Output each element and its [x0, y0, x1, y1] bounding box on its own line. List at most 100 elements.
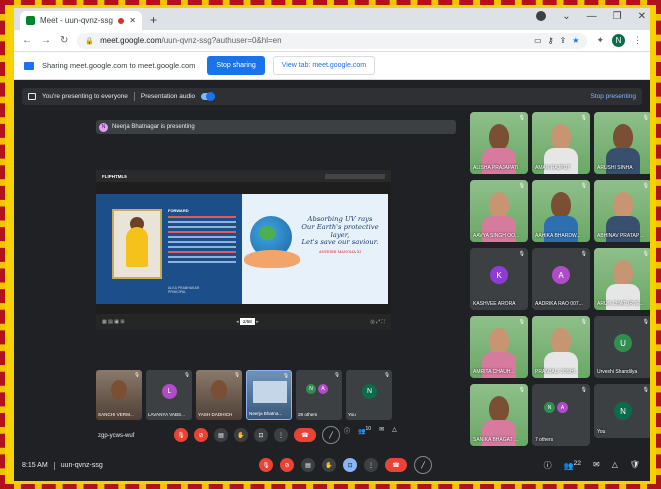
minimize-icon[interactable]: — — [587, 11, 597, 22]
participant-video-face — [489, 124, 509, 150]
text-line — [168, 241, 236, 243]
inner-activities-icon[interactable]: △ — [392, 426, 397, 435]
present-now-icon[interactable]: ⊡ — [343, 458, 357, 472]
participant-tile[interactable]: 🎙 PRANJALI JOSHI ... — [532, 316, 590, 378]
chevron-down-icon[interactable]: ⌄ — [562, 11, 570, 22]
inner-activity-icon[interactable]: ╱ — [322, 426, 340, 444]
participant-tile[interactable]: 🎙 ALISHA PRAJAPATI — [470, 112, 528, 174]
participant-tile[interactable]: 🎙 ABHINAV PRATAP ... — [594, 180, 650, 242]
stop-sharing-button[interactable]: Stop sharing — [207, 56, 265, 75]
presentation-audio-toggle[interactable] — [201, 92, 216, 101]
participant-tile[interactable]: U 🎙 Urveshi Shandilya — [594, 316, 650, 378]
inner-more-icon[interactable]: ⋮ — [274, 428, 288, 442]
page-number[interactable]: 2/58 — [240, 318, 255, 325]
share-icon[interactable]: ⇪ — [560, 36, 567, 45]
inner-chat-icon[interactable]: ✉ — [379, 426, 384, 435]
participant-name: LAVANYA VABS... — [148, 412, 185, 417]
inner-leave-call-icon[interactable]: ☎ — [294, 428, 316, 442]
star-icon[interactable]: ★ — [572, 36, 579, 45]
raise-hand-icon[interactable]: ✋ — [322, 458, 336, 472]
participant-tile[interactable]: 🎙 AMRITA CHAUH... — [470, 316, 528, 378]
tab-meet[interactable]: Meet - uun-qvnz-ssg ✕ — [20, 11, 142, 30]
presentation-audio-label: Presentation audio — [140, 93, 196, 100]
flipbook-tools-icon[interactable]: ▦ ▤ ▣ ⊞ — [102, 319, 125, 325]
participant-tile[interactable]: 🎙 AAHIKA BHARDW... — [532, 180, 590, 242]
inner-people-icon[interactable]: 👥10 — [358, 426, 371, 435]
activity-icon[interactable]: ╱ — [414, 456, 432, 474]
mic-off-icon[interactable]: 🎙 — [259, 458, 273, 472]
profile-icon[interactable] — [536, 11, 547, 21]
close-window-icon[interactable]: ✕ — [638, 11, 646, 22]
participant-tile[interactable]: 🎙 ARUN CHATURVE... — [594, 248, 650, 310]
mic-status-icon: 🎙 — [518, 319, 525, 325]
inner-captions-icon[interactable]: ▤ — [214, 428, 228, 442]
text-line — [168, 246, 236, 248]
participant-tile[interactable]: 🎙 ARUSHI SINHA — [594, 112, 650, 174]
lock-meeting-icon[interactable]: 🛡 — [630, 460, 640, 471]
filmstrip-tile[interactable]: N A 🎙 29 others — [296, 370, 342, 420]
info-icon[interactable]: ⓘ — [544, 460, 552, 471]
participant-tile[interactable]: 🎙 AAVYA SINGH OO... — [470, 180, 528, 242]
camera-icon[interactable]: ▭ — [534, 36, 542, 45]
participant-tile[interactable]: K 🎙 KASHVEE ARORA — [470, 248, 528, 310]
stop-presenting-button[interactable]: Stop presenting — [590, 93, 636, 100]
divider — [133, 92, 135, 101]
participant-tile[interactable]: N A 🎙 7 others — [532, 384, 590, 446]
participant-tile[interactable]: 🎙 AMAN RAJPUT — [532, 112, 590, 174]
activities-icon[interactable]: △ — [612, 460, 618, 471]
inner-info-icon[interactable]: ⓘ — [344, 426, 350, 435]
others-avatar: A — [557, 402, 568, 413]
leave-call-icon[interactable]: ☎ — [385, 458, 407, 472]
participant-video-face — [111, 380, 127, 400]
lock-icon[interactable]: 🔒 — [85, 37, 94, 45]
extensions-icon[interactable]: ✦ — [596, 35, 604, 46]
recording-dot-icon — [118, 17, 125, 24]
camera-off-icon[interactable]: ⊘ — [280, 458, 294, 472]
mic-status-icon: 🎙 — [580, 251, 587, 257]
filmstrip-tile[interactable]: 🎙 SANCHI VERM... — [96, 370, 142, 420]
menu-icon[interactable]: ⋮ — [633, 35, 642, 46]
maximize-icon[interactable]: ❐ — [613, 11, 622, 22]
more-options-icon[interactable]: ⋮ — [364, 458, 378, 472]
people-count: 22 — [573, 460, 581, 467]
flipbook-right-icons[interactable]: ◎ ⤢ ⛶ — [370, 319, 385, 325]
slogan-text: Absorbing UV rays Our Earth's protective… — [294, 215, 386, 255]
new-tab-button[interactable]: + — [150, 13, 157, 27]
inner-camera-off-icon[interactable]: ⊘ — [194, 428, 208, 442]
meeting-code: uun-qvnz-ssg — [60, 462, 103, 469]
forward-icon[interactable]: → — [41, 35, 51, 46]
filmstrip-tile[interactable]: L 🎙 LAVANYA VABS... — [146, 370, 192, 420]
text-line — [168, 231, 236, 233]
profile-avatar[interactable]: N — [612, 34, 625, 47]
presenter-avatar: N — [99, 122, 108, 132]
chat-icon[interactable]: ✉ — [593, 460, 600, 471]
inner-hand-icon[interactable]: ✋ — [234, 428, 248, 442]
reload-icon[interactable]: ↻ — [60, 35, 68, 46]
participant-name: ARUN CHATURVE... — [597, 301, 644, 307]
participant-name: KASHVEE ARORA — [473, 301, 516, 307]
filmstrip-tile[interactable]: 🎙 Neerja Bhatna... — [246, 370, 292, 420]
mic-status-icon: 🎙 — [642, 115, 649, 121]
inner-present-icon[interactable]: ⊡ — [254, 428, 268, 442]
filmstrip-tile[interactable]: N 🎙 You — [346, 370, 392, 420]
participant-tile[interactable]: N 🎙 You — [594, 384, 650, 438]
key-icon[interactable]: ⚷ — [548, 36, 554, 45]
filmstrip-tile[interactable]: 🎙 YASH DADHICH — [196, 370, 242, 420]
people-icon[interactable]: 👥22 — [564, 460, 581, 471]
inner-mic-off-icon[interactable]: 🎙 — [174, 428, 188, 442]
address-bar[interactable]: 🔒 meet.google.com/uun-qvnz-ssg?authuser=… — [77, 32, 588, 49]
participant-tile[interactable]: A 🎙 AADRIKA RAO 007... — [532, 248, 590, 310]
principal-photo — [112, 209, 162, 279]
text-line — [168, 221, 236, 223]
slogan: Absorbing UV rays Our Earth's protective… — [301, 215, 379, 247]
back-icon[interactable]: ← — [22, 35, 32, 46]
mic-status-icon: 🎙 — [642, 387, 649, 393]
close-tab-icon[interactable]: ✕ — [129, 16, 136, 25]
captions-icon[interactable]: ▤ — [301, 458, 315, 472]
view-tab-button[interactable]: View tab: meet.google.com — [272, 56, 376, 75]
participant-avatar: U — [614, 334, 632, 352]
participant-tile[interactable]: 🎙 SANIKA BHAGAT ... — [470, 384, 528, 446]
shared-screen[interactable]: FLIPHTML5 FORWARD ALKA PRABHAKAR PRINCIP… — [96, 170, 391, 330]
participant-video-face — [489, 328, 509, 354]
slogan-author: ANVESHI MANOLIA XI — [319, 250, 361, 255]
